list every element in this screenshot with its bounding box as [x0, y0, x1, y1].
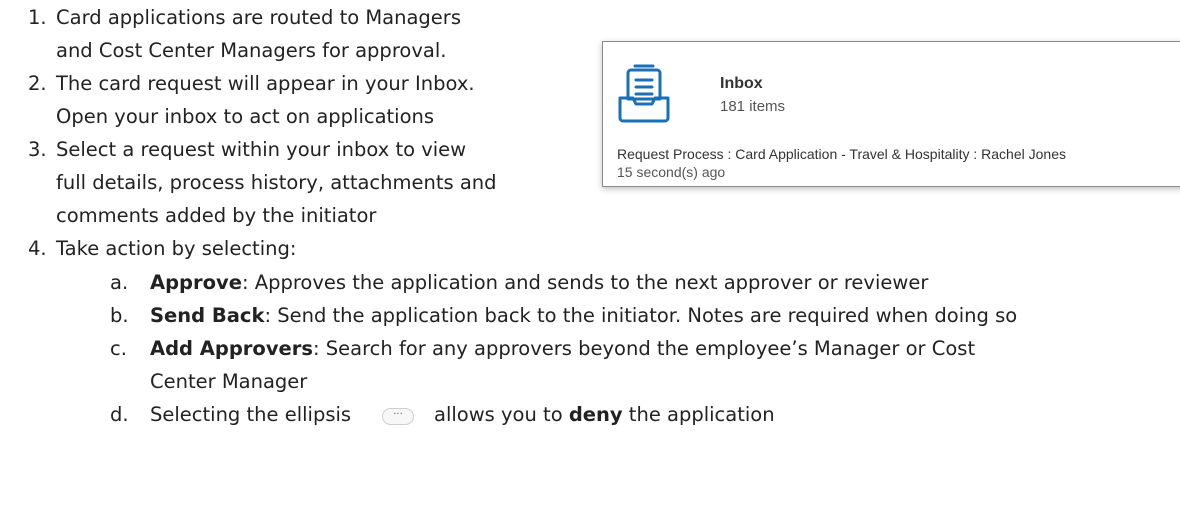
action-text-after: allows you to deny the application	[434, 398, 775, 431]
step-number: 1.	[28, 6, 47, 29]
action-term: Send Back	[150, 304, 265, 327]
ellipsis-button[interactable]: ···	[382, 408, 414, 425]
action-text-before: Selecting the ellipsis	[150, 403, 352, 426]
action-term: deny	[568, 403, 623, 426]
inbox-tray-icon	[618, 64, 670, 123]
action-description-end: the application	[622, 403, 775, 426]
instruction-document: 1. Card applications are routed to Manag…	[0, 0, 1180, 506]
step-text-line: comments added by the initiator	[56, 204, 377, 227]
inbox-request-text[interactable]: Request Process : Card Application - Tra…	[617, 146, 1066, 162]
step-number: 3.	[28, 138, 47, 161]
action-description-continued: Center Manager	[150, 370, 308, 393]
action-term: Approve	[150, 271, 242, 294]
action-text: Add Approvers: Search for any approvers …	[150, 332, 975, 365]
step-text-line: and Cost Center Managers for approval.	[56, 39, 447, 62]
action-letter: b.	[110, 304, 129, 327]
action-description: allows you to	[434, 403, 569, 426]
step-number: 2.	[28, 72, 47, 95]
inbox-item-count: 181 items	[720, 98, 786, 115]
step-text-line: Take action by selecting:	[56, 237, 297, 260]
action-letter: c.	[110, 337, 127, 360]
action-letter: a.	[110, 271, 129, 294]
step-text-line: Select a request within your inbox to vi…	[56, 138, 467, 161]
action-term: Add Approvers	[150, 337, 313, 360]
action-text: Approve: Approves the application and se…	[150, 266, 928, 299]
inbox-card[interactable]: Inbox 181 items Request Process : Card A…	[602, 41, 1180, 187]
inbox-request-timestamp: 15 second(s) ago	[617, 164, 726, 180]
inbox-title: Inbox	[720, 75, 763, 92]
action-text: Send Back: Send the application back to …	[150, 299, 1017, 332]
action-description: : Approves the application and sends to …	[241, 271, 929, 294]
action-letter: d.	[110, 403, 129, 426]
action-description: : Search for any approvers beyond the em…	[312, 337, 976, 360]
step-number: 4.	[28, 237, 47, 260]
step-text-line: The card request will appear in your Inb…	[56, 72, 475, 95]
action-description: : Send the application back to the initi…	[264, 304, 1018, 327]
step-text-line: Open your inbox to act on applications	[56, 105, 435, 128]
step-text-line: Card applications are routed to Managers	[56, 6, 461, 29]
step-text-line: full details, process history, attachmen…	[56, 171, 497, 194]
